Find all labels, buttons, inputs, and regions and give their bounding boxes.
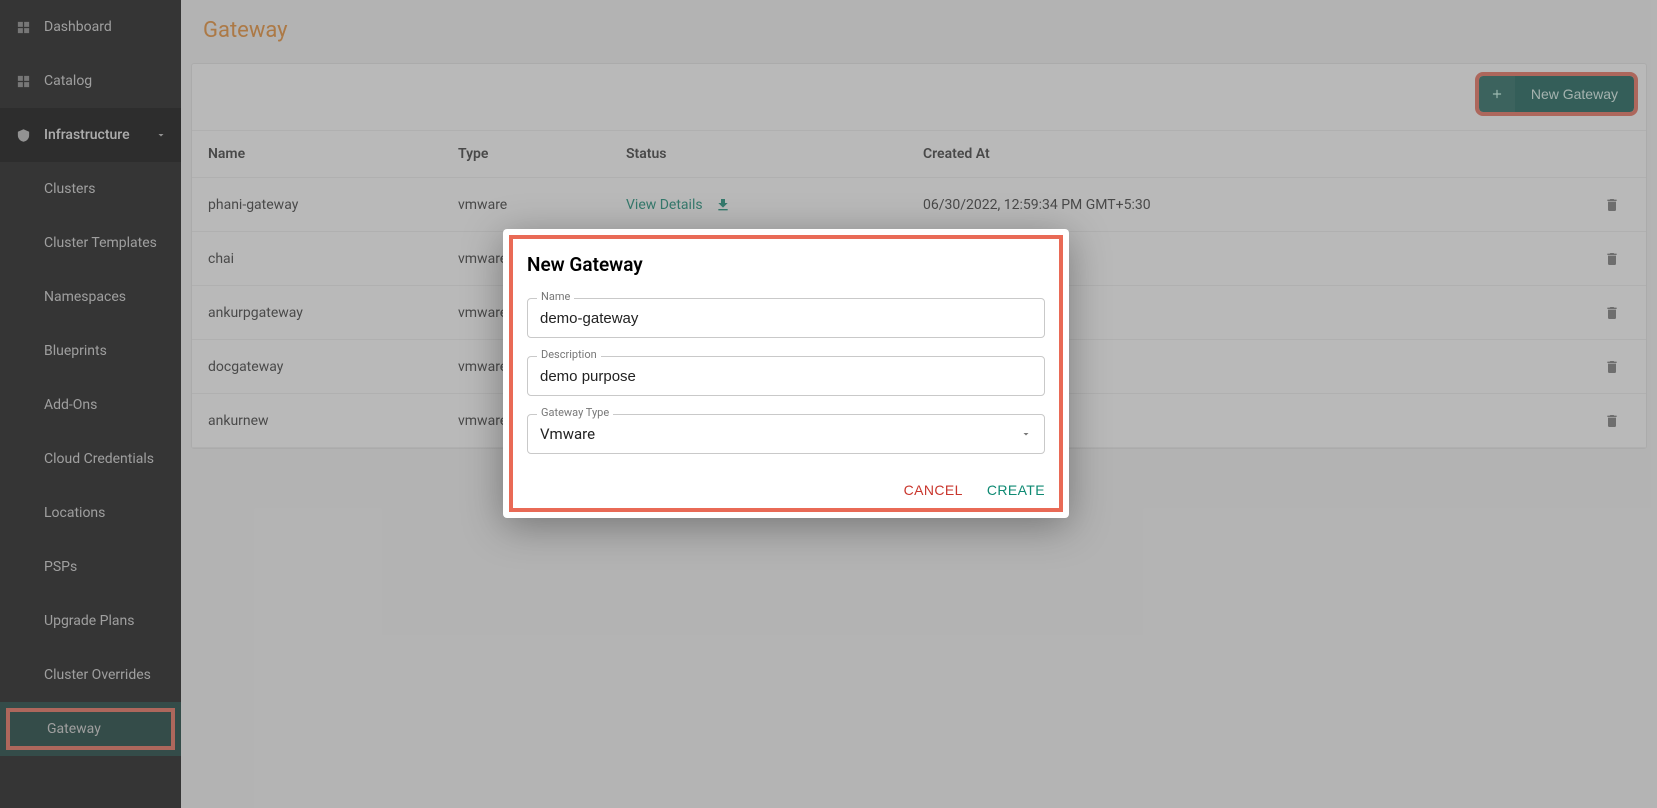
- name-input[interactable]: [527, 298, 1045, 338]
- gateway-type-select[interactable]: Vmware: [527, 414, 1045, 454]
- name-label: Name: [537, 290, 574, 303]
- cancel-button[interactable]: CANCEL: [904, 482, 963, 498]
- gateway-type-value: Vmware: [540, 425, 595, 443]
- gateway-type-label: Gateway Type: [537, 406, 613, 419]
- modal-actions: CANCEL CREATE: [503, 472, 1069, 504]
- new-gateway-modal: New Gateway Name Description Gateway Typ…: [503, 229, 1069, 518]
- description-field: Description: [527, 356, 1045, 396]
- gateway-type-field: Gateway Type Vmware: [527, 414, 1045, 454]
- name-field: Name: [527, 298, 1045, 338]
- caret-down-icon: [1020, 428, 1032, 440]
- create-button[interactable]: CREATE: [987, 482, 1045, 498]
- description-input[interactable]: [527, 356, 1045, 396]
- modal-title: New Gateway: [503, 253, 1069, 298]
- description-label: Description: [537, 348, 601, 361]
